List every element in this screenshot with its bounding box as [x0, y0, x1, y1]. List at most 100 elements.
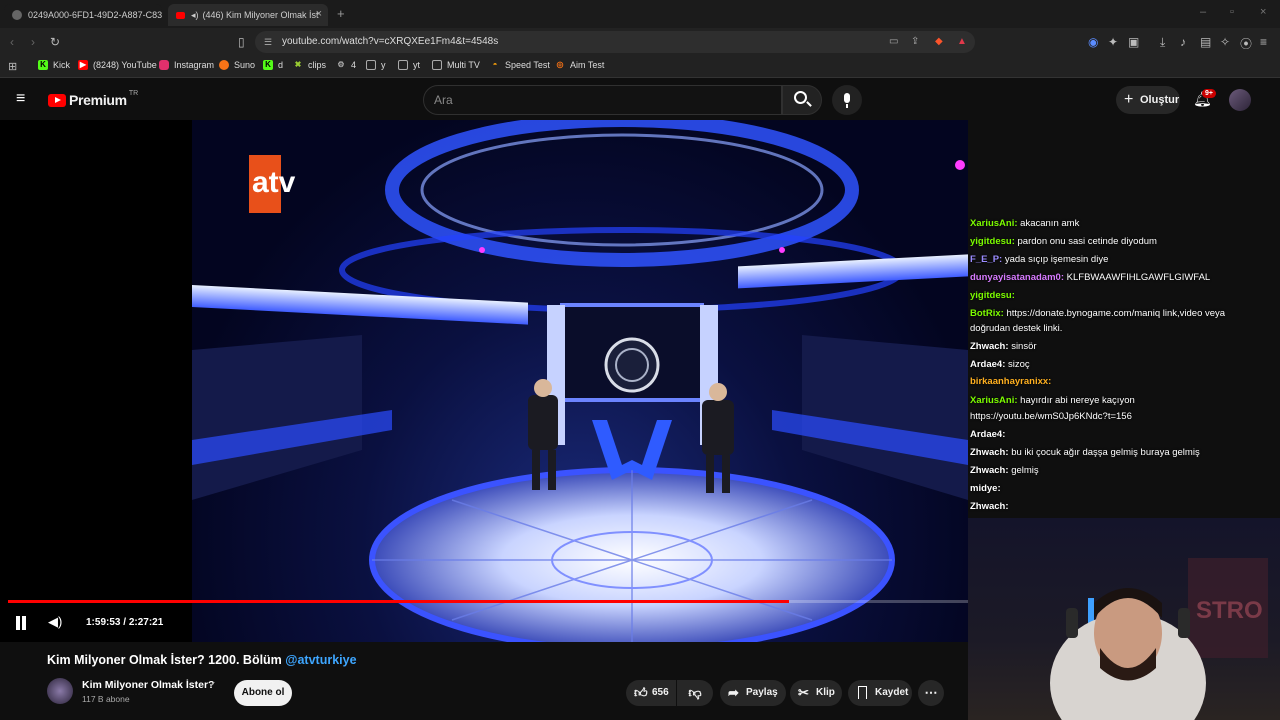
- folder-icon: [366, 60, 376, 70]
- forward-icon[interactable]: ›: [31, 35, 35, 49]
- bookmark-youtube[interactable]: ▶ (8248) YouTube: [78, 60, 157, 70]
- progress-track[interactable]: [8, 600, 968, 603]
- extension-icon[interactable]: ▣: [1128, 35, 1139, 49]
- vpn-icon[interactable]: ⦿: [1240, 35, 1252, 52]
- chat-username[interactable]: yigitdesu: [970, 236, 1012, 247]
- like-button[interactable]: 👍︎ 656: [626, 680, 676, 706]
- download-icon[interactable]: ⤓: [1160, 35, 1165, 50]
- youtube-icon: [176, 11, 185, 19]
- music-icon[interactable]: ♪: [1180, 35, 1186, 49]
- chat-username[interactable]: Zhwach: [970, 447, 1005, 458]
- channel-name[interactable]: Kim Milyoner Olmak İster?: [82, 679, 214, 691]
- chat-message: Ardae4: sizoç: [970, 359, 1030, 370]
- chat-username[interactable]: BotRix: [970, 308, 1001, 319]
- time-current: 1:59:53: [86, 617, 121, 628]
- back-icon[interactable]: ‹: [10, 35, 14, 49]
- share-button[interactable]: ➦ Paylaş: [720, 680, 786, 706]
- volume-icon[interactable]: ◀︎): [48, 614, 62, 630]
- chat-text: bu iki çocuk ağır daşşa gelmiş buraya ge…: [1011, 447, 1200, 458]
- brave-shield-icon[interactable]: ◆: [935, 31, 943, 53]
- bookmark-clips[interactable]: ✖ clips: [293, 60, 326, 70]
- brave-rewards-icon[interactable]: ▲: [957, 31, 967, 53]
- chat-username[interactable]: birkaanhayranixx: [970, 376, 1048, 387]
- bookmark-folder-y[interactable]: y: [366, 60, 386, 70]
- channel-tag-link[interactable]: @atvturkiye: [285, 653, 356, 667]
- time-display: 1:59:53 / 2:27:21: [86, 617, 164, 628]
- bookmark-folder-yt[interactable]: yt: [398, 60, 420, 70]
- bookmark-4[interactable]: ⚙ 4: [336, 60, 356, 70]
- extensions-icon[interactable]: ✦: [1108, 35, 1118, 49]
- chat-username[interactable]: Zhwach: [970, 501, 1005, 512]
- bookmark-kick[interactable]: K Kick: [38, 60, 70, 70]
- chat-username[interactable]: Zhwach: [970, 341, 1005, 352]
- more-icon: ⋯: [924, 685, 938, 700]
- chat-message: XariusAni: hayırdır abi nereye kaçıyon: [970, 395, 1135, 406]
- streamer-webcam: STRO: [968, 518, 1280, 720]
- search-input[interactable]: Ara: [423, 85, 782, 115]
- search-button[interactable]: [782, 85, 822, 115]
- bookmark-speedtest[interactable]: ◓ Speed Test: [490, 60, 550, 70]
- chat-username[interactable]: F_E_P: [970, 254, 999, 265]
- video-player[interactable]: atv i: [0, 120, 968, 642]
- studio-scene-image: atv: [192, 120, 968, 642]
- folder-icon: [398, 60, 408, 70]
- bookmark-suno[interactable]: Suno: [219, 60, 255, 70]
- create-button[interactable]: + Oluştur: [1116, 86, 1180, 114]
- close-icon[interactable]: ×: [316, 8, 322, 20]
- site-info-icon[interactable]: ☰: [264, 31, 272, 53]
- save-button[interactable]: Kaydet: [848, 680, 912, 706]
- thumbs-up-icon: 👍︎: [634, 685, 648, 700]
- menu-icon[interactable]: ≡: [1260, 35, 1267, 49]
- mic-icon: [844, 93, 850, 103]
- chat-username[interactable]: XariusAni: [970, 218, 1014, 229]
- channel-avatar[interactable]: [47, 678, 73, 704]
- hamburger-menu-icon[interactable]: ≡: [16, 90, 25, 108]
- chat-username[interactable]: midye: [970, 483, 997, 494]
- voice-search-button[interactable]: [832, 85, 862, 115]
- plus-icon[interactable]: +: [337, 6, 345, 21]
- url-field[interactable]: ☰ youtube.com/watch?v=cXRQXEe1Fm4&t=4548…: [255, 31, 975, 53]
- dislike-button[interactable]: 👎︎: [677, 680, 713, 706]
- bookmark-d[interactable]: Kd: [263, 60, 283, 70]
- audio-icon[interactable]: ◉: [1088, 35, 1098, 49]
- maximize-icon[interactable]: ▫: [1230, 6, 1234, 18]
- bookmark-multitv[interactable]: Multi TV: [432, 60, 480, 70]
- kick-icon: K: [263, 60, 273, 70]
- avatar[interactable]: [1229, 89, 1251, 111]
- youtube-logo[interactable]: Premium TR: [48, 90, 138, 108]
- thumbs-down-icon: 👎︎: [688, 685, 702, 700]
- chat-message: https://youtu.be/wmS0Jp6KNdc?t=156: [970, 411, 1132, 422]
- ai-icon[interactable]: ✧: [1220, 35, 1230, 49]
- progress-bar: [8, 600, 790, 603]
- bookmark-icon[interactable]: ▯: [238, 35, 245, 49]
- share-icon: ➦: [728, 685, 739, 700]
- apps-icon[interactable]: ⊞: [8, 60, 17, 73]
- more-actions-button[interactable]: ⋯: [918, 680, 944, 706]
- sidebar-icon[interactable]: ▤: [1200, 35, 1211, 49]
- reload-icon[interactable]: ↻: [50, 35, 60, 49]
- chat-username[interactable]: XariusAni: [970, 395, 1014, 406]
- chat-text: https://youtu.be/wmS0Jp6KNdc?t=156: [970, 411, 1132, 422]
- clip-button[interactable]: ✂ Klip: [790, 680, 842, 706]
- clips-icon: ✖: [294, 60, 302, 69]
- chat-message: Zhwach: gelmiş: [970, 465, 1039, 476]
- window-close-icon[interactable]: ×: [1260, 6, 1266, 18]
- browser-tab-active[interactable]: ◂) (446) Kim Milyoner Olmak İst ×: [168, 4, 328, 26]
- chat-username[interactable]: Ardae4: [970, 359, 1002, 370]
- chat-username[interactable]: yigitdesu: [970, 290, 1012, 301]
- chat-username[interactable]: dunyayisatanadam0: [970, 272, 1061, 283]
- chat-message: yigitdesu: pardon onu sasi cetinde diyod…: [970, 236, 1157, 247]
- chat-message: birkaanhayranixx:: [970, 376, 1051, 387]
- bookmark-instagram[interactable]: Instagram: [159, 60, 214, 70]
- chat-username[interactable]: Zhwach: [970, 465, 1005, 476]
- pause-icon[interactable]: [15, 616, 27, 630]
- browser-tab[interactable]: 0249A000-6FD1-49D2-A887-C83D2: [4, 4, 162, 26]
- chat-username[interactable]: Ardae4: [970, 429, 1002, 440]
- subscribe-button[interactable]: Abone ol: [234, 680, 292, 706]
- bookmark-aimtest[interactable]: ◎ Aim Test: [555, 60, 605, 70]
- youtube-icon: ▶: [78, 60, 88, 70]
- chat-colon: :: [1011, 290, 1015, 301]
- minimize-icon[interactable]: –: [1200, 6, 1206, 18]
- share-icon[interactable]: ⇪: [911, 31, 919, 53]
- screen-icon[interactable]: ▭: [889, 31, 898, 53]
